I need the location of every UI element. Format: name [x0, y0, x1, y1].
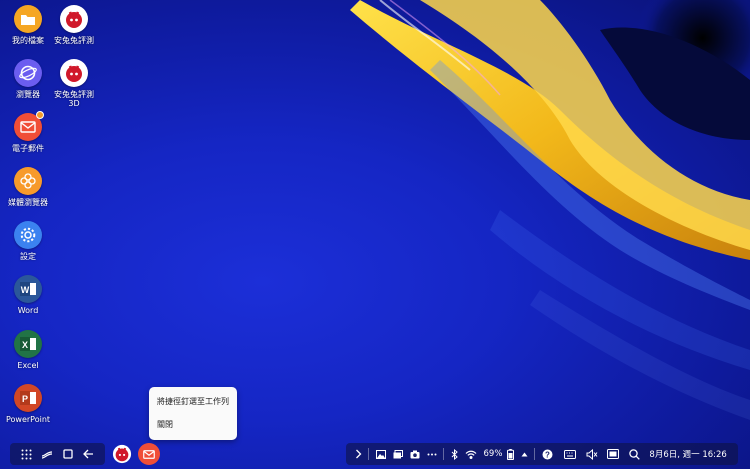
battery-percent: 69%: [483, 449, 503, 459]
close-menu-item[interactable]: 關閉: [149, 413, 237, 436]
email-icon: [143, 449, 155, 459]
desktop-icon-media-browser[interactable]: 媒體瀏覽器: [1, 167, 55, 207]
camera-icon[interactable]: [410, 443, 420, 465]
divider: [368, 448, 369, 460]
desktop-icon-antutu-3d[interactable]: 安兔兔評測 3D: [47, 59, 101, 108]
chevron-right-icon[interactable]: [355, 443, 362, 465]
desktop-icon-label: 瀏覽器: [16, 90, 40, 99]
wifi-icon[interactable]: [465, 443, 477, 465]
folder-icon: [14, 5, 42, 33]
email-icon: [14, 111, 44, 141]
taskbar-app-email[interactable]: [138, 443, 160, 465]
notification-badge: [36, 111, 44, 119]
desktop-icon-settings[interactable]: 設定: [1, 221, 55, 261]
word-icon: W: [14, 275, 42, 303]
settings-icon: [14, 221, 42, 249]
divider: [443, 448, 444, 460]
wallpaper: [350, 0, 750, 420]
battery-icon: [506, 443, 514, 465]
antutu-3d-icon: [60, 59, 88, 87]
desktop-icon-word[interactable]: W Word: [1, 275, 55, 315]
gallery-icon[interactable]: [375, 443, 386, 465]
svg-text:P: P: [22, 394, 28, 404]
help-icon[interactable]: ?: [542, 443, 553, 465]
home-icon[interactable]: [61, 447, 75, 461]
desktop-icon-powerpoint[interactable]: P PowerPoint: [1, 384, 55, 424]
volume-mute-icon[interactable]: [586, 443, 598, 465]
svg-text:?: ?: [545, 450, 550, 459]
bluetooth-icon[interactable]: [451, 443, 458, 465]
desktop-icon-label: 我的檔案: [12, 36, 44, 45]
desktop-icon-label: 安兔兔評測 3D: [54, 90, 94, 108]
desktop-icon-excel[interactable]: X Excel: [1, 330, 55, 370]
desktop-icon-label: 設定: [20, 252, 36, 261]
desktop-icon-label: 電子郵件: [12, 144, 44, 153]
recent-apps-icon[interactable]: [40, 447, 54, 461]
desktop-icon-label: Excel: [17, 361, 39, 370]
desktop-icon-label: 安兔兔評測: [54, 36, 94, 45]
back-icon[interactable]: [82, 447, 96, 461]
svg-text:X: X: [22, 340, 28, 350]
apps-grid-icon[interactable]: [19, 447, 33, 461]
divider: [534, 448, 536, 460]
media-browser-icon: [14, 167, 42, 195]
taskbar-status-area: 69% ? 8月6日, 週一 16:26: [346, 443, 738, 465]
antutu-icon: [60, 5, 88, 33]
search-icon[interactable]: [629, 443, 640, 465]
browser-icon: [14, 59, 42, 87]
desktop-icon-email[interactable]: 電子郵件: [1, 111, 55, 153]
excel-icon: X: [14, 330, 42, 358]
pin-shortcut-to-taskbar-menu-item[interactable]: 將捷徑釘選至工作列: [149, 390, 237, 413]
desktop-icon-antutu[interactable]: 安兔兔評測: [47, 5, 101, 45]
powerpoint-icon: P: [14, 384, 42, 412]
desktop-icon-label: PowerPoint: [5, 415, 51, 424]
screenshot-icon[interactable]: [393, 443, 403, 465]
keyboard-icon[interactable]: [564, 443, 577, 465]
date-time[interactable]: 8月6日, 週一 16:26: [649, 443, 726, 465]
desktop-icon-label: Word: [17, 306, 39, 315]
taskbar-app-antutu[interactable]: [111, 443, 133, 465]
screen-capture-icon[interactable]: [607, 443, 620, 465]
svg-text:W: W: [21, 285, 30, 295]
antutu-icon: [112, 444, 132, 464]
desktop-icon-label: 媒體瀏覽器: [8, 198, 48, 207]
taskbar-navigation: [10, 443, 105, 465]
more-icon[interactable]: [427, 443, 437, 465]
context-menu: 將捷徑釘選至工作列 關閉: [149, 387, 237, 440]
caret-up-icon[interactable]: [521, 443, 528, 465]
